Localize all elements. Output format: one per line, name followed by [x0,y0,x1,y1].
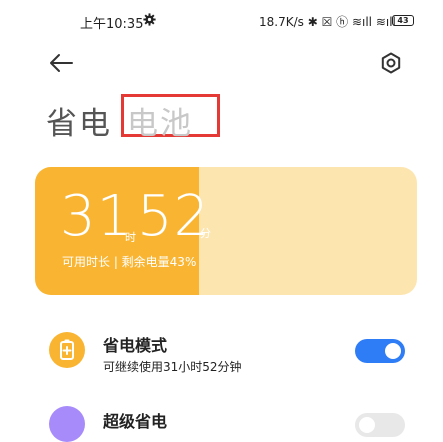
toggle-knob [359,417,375,433]
mode-title: 超级省电 [103,412,168,431]
remaining-hours: 31 [60,184,134,249]
mode-title: 省电模式 [103,336,168,355]
battery-card-subtitle: 可用时长 | 剩余电量43% [62,255,197,269]
toggle-knob [385,343,401,359]
gear-icon [143,13,156,26]
status-indicators: 18.7K/s ✱ ☒ ⓗ ≋ıll ≋ıll [259,15,396,29]
super-saver-icon [49,406,85,442]
list-item-power-saving-mode[interactable]: 省电模式 可继续使用31小时52分钟 [35,323,415,381]
hour-unit: 时 [125,231,136,244]
super-saving-toggle[interactable] [355,413,405,437]
power-saving-toggle[interactable] [355,339,405,363]
battery-plus-icon [49,332,85,368]
minute-unit: 分 [200,227,211,240]
battery-card: 31 时 52 分 可用时长 | 剩余电量43% [35,167,417,295]
mode-subtitle: 可继续使用31小时52分钟 [103,360,242,374]
arrow-left-icon[interactable] [48,52,74,74]
status-time: 上午10:35 [80,17,144,32]
tab-power-saving[interactable]: 省电 [46,98,112,143]
battery-status-value: 43 [397,16,409,25]
tab-battery[interactable]: 电池 [127,98,193,143]
battery-status-icon: 43 [392,15,414,26]
list-item-super-saving[interactable]: 超级省电 [35,396,415,442]
settings-icon[interactable] [379,51,403,75]
